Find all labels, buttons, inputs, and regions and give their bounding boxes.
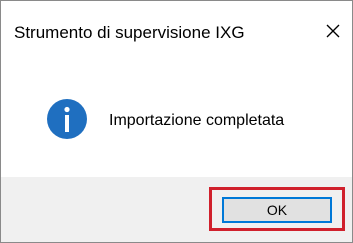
dialog-title: Strumento di supervisione IXG (14, 23, 245, 42)
ok-button[interactable]: OK (222, 197, 332, 223)
close-button[interactable] (315, 13, 351, 49)
dialog-content: Importazione completata (1, 65, 352, 177)
close-icon (326, 24, 340, 38)
info-icon (47, 99, 87, 139)
button-bar: OK (1, 177, 352, 242)
title-bar: Strumento di supervisione IXG (1, 1, 352, 65)
message-text: Importazione completata (109, 112, 285, 129)
message-dialog: Strumento di supervisione IXG Importazio… (0, 0, 353, 243)
